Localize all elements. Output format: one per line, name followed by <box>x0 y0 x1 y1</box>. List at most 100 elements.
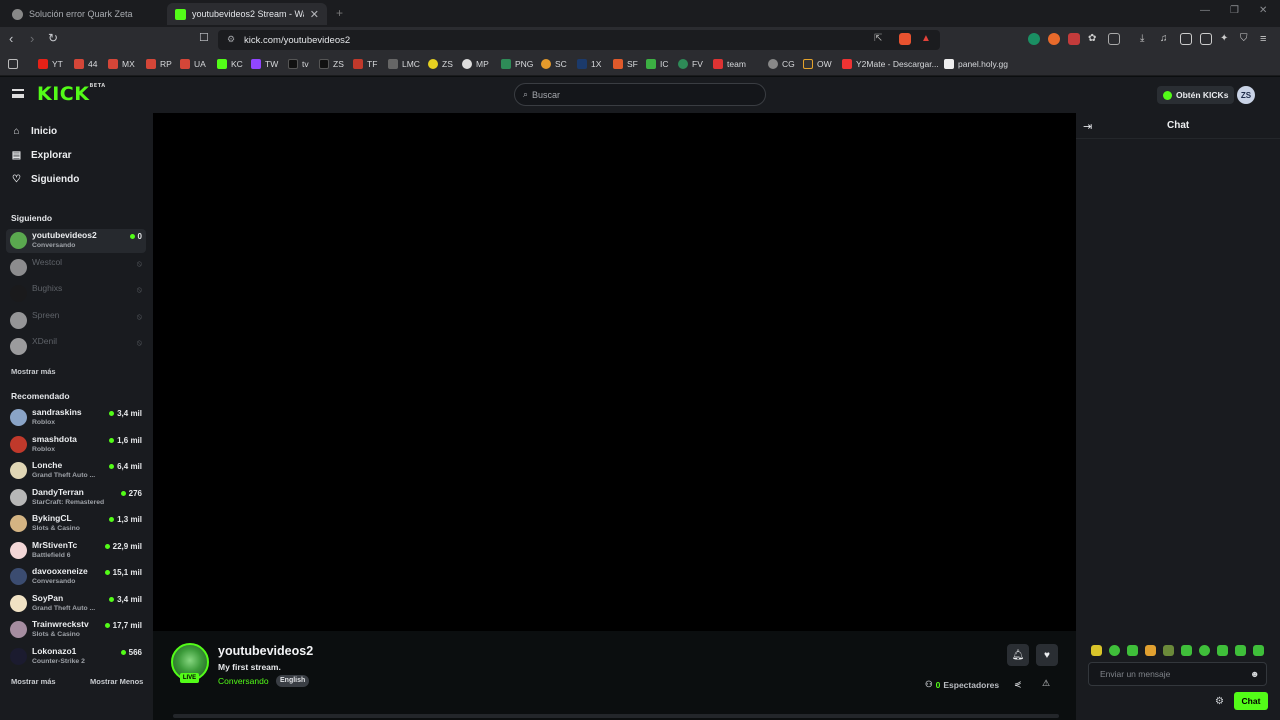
apps-icon[interactable] <box>8 57 18 71</box>
emote-icon[interactable] <box>1181 645 1192 656</box>
show-more-following-link[interactable]: Mostrar más <box>11 367 56 376</box>
channel-row[interactable]: Lonche Grand Theft Auto ... 6,4 mil <box>6 459 146 483</box>
emoji-picker-icon[interactable]: ☻ <box>1250 669 1259 679</box>
share-icon[interactable]: ⋞ <box>1014 679 1022 690</box>
bookmark-item[interactable]: CG <box>768 57 795 71</box>
emote-icon[interactable] <box>1145 645 1156 656</box>
extension-icon[interactable] <box>1068 33 1080 45</box>
bookmark-item[interactable]: tv <box>288 57 309 71</box>
emote-icon[interactable] <box>1127 645 1138 656</box>
address-bar[interactable]: ⚙ kick.com/youtubevideos2 <box>218 30 940 50</box>
share-icon[interactable]: ⇱ <box>874 33 886 45</box>
bookmark-item[interactable]: RP <box>146 57 172 71</box>
maximize-icon[interactable]: ❐ <box>1230 5 1239 16</box>
emote-icon[interactable] <box>1163 645 1174 656</box>
bookmark-item[interactable]: panel.holy.gg <box>944 57 1008 71</box>
bookmark-icon[interactable]: ☐ <box>199 31 209 44</box>
vpn-icon[interactable]: ⛉ <box>1240 33 1252 45</box>
channel-row[interactable]: BykingCL Slots & Casino 1,3 mil <box>6 512 146 536</box>
bookmark-item[interactable]: 1X <box>577 57 601 71</box>
bookmark-item[interactable]: team <box>713 57 746 71</box>
sidebar-toggle-icon[interactable] <box>1180 33 1192 45</box>
get-kicks-button[interactable]: Obtén KICKs <box>1157 86 1235 104</box>
emote-icon[interactable] <box>1217 645 1228 656</box>
site-info-icon[interactable]: ⚙ <box>227 34 235 45</box>
music-icon[interactable]: ♫ <box>1160 33 1172 45</box>
chat-message-input[interactable]: Enviar un mensaje <box>1088 662 1267 686</box>
menu-icon[interactable]: ≡ <box>1260 33 1272 45</box>
send-chat-button[interactable]: Chat <box>1234 692 1268 710</box>
streamer-name[interactable]: youtubevideos2 <box>218 644 313 658</box>
channel-row[interactable]: Trainwreckstv Slots & Casino 17,7 mil <box>6 618 146 642</box>
sidebar-item-siguiendo[interactable]: ♡ Siguiendo <box>11 174 79 185</box>
report-icon[interactable]: ⚠ <box>1042 678 1050 689</box>
rewards-icon[interactable]: ▲ <box>921 33 933 45</box>
emote-icon[interactable] <box>1235 645 1246 656</box>
bookmark-item[interactable]: UA <box>180 57 206 71</box>
channel-row[interactable]: Lokonazo1 Counter-Strike 2 566 <box>6 645 146 669</box>
close-window-icon[interactable]: ✕ <box>1259 5 1267 16</box>
back-icon[interactable]: ‹ <box>9 31 13 46</box>
extension-icon[interactable] <box>1048 33 1060 45</box>
extension-icon[interactable] <box>1028 33 1040 45</box>
bookmark-item[interactable]: TW <box>251 57 278 71</box>
extension-icon[interactable] <box>1108 33 1120 45</box>
channel-row[interactable]: sandraskins Roblox 3,4 mil <box>6 406 146 430</box>
channel-row[interactable]: Spreen ⦸ <box>6 309 146 333</box>
show-less-link[interactable]: Mostrar Menos <box>90 677 143 686</box>
close-tab-icon[interactable]: ✕ <box>310 8 319 21</box>
bookmark-item[interactable]: Y2Mate - Descargar... <box>842 57 939 71</box>
minimize-icon[interactable]: — <box>1200 5 1210 16</box>
bookmark-item[interactable]: MP <box>462 57 489 71</box>
bookmark-item[interactable]: IC <box>646 57 669 71</box>
collapse-chat-icon[interactable]: ⇥ <box>1083 120 1092 133</box>
channel-row[interactable]: davooxeneize Conversando 15,1 mil <box>6 565 146 589</box>
wallet-icon[interactable] <box>1200 33 1212 45</box>
video-player[interactable] <box>153 113 1076 631</box>
bookmark-item[interactable]: 44 <box>74 57 97 71</box>
follow-button[interactable]: ♥ <box>1036 644 1058 666</box>
bookmark-item[interactable]: OW <box>803 57 832 71</box>
language-tag[interactable]: English <box>276 675 310 687</box>
bookmark-item[interactable]: SF <box>613 57 638 71</box>
bookmark-item[interactable]: FV <box>678 57 703 71</box>
bookmark-item[interactable]: SC <box>541 57 567 71</box>
bookmark-item[interactable]: TF <box>353 57 377 71</box>
kick-logo[interactable]: KICKBETA <box>37 83 106 105</box>
bookmark-item[interactable]: YT <box>38 57 63 71</box>
hamburger-menu-icon[interactable] <box>12 89 24 98</box>
channel-row[interactable]: SoyPan Grand Theft Auto ... 3,4 mil <box>6 592 146 616</box>
sidebar-item-explorar[interactable]: ▤ Explorar <box>11 150 72 161</box>
browser-tab-2[interactable]: youtubevideos2 Stream - Watch ✕ <box>167 3 327 25</box>
channel-row[interactable]: youtubevideos2 Conversando 0 <box>6 229 146 253</box>
emote-icon[interactable] <box>1109 645 1120 656</box>
forward-icon[interactable]: › <box>30 31 34 46</box>
channel-row[interactable]: smashdota Roblox 1,6 mil <box>6 433 146 457</box>
stream-category-link[interactable]: Conversando <box>218 676 269 686</box>
emote-icon[interactable] <box>1199 645 1210 656</box>
bookmark-item[interactable]: ZS <box>428 57 453 71</box>
emote-icon[interactable] <box>1091 645 1102 656</box>
browser-tab-1[interactable]: Solución error Quark Zeta <box>4 3 166 25</box>
channel-row[interactable]: DandyTerran StarCraft: Remastered 276 <box>6 486 146 510</box>
chat-settings-gear-icon[interactable]: ⚙ <box>1215 696 1224 707</box>
horizontal-scrollbar[interactable] <box>173 714 1059 718</box>
bookmark-item[interactable]: PNG <box>501 57 533 71</box>
channel-row[interactable]: MrStivenTc Battlefield 6 22,9 mil <box>6 539 146 563</box>
search-input[interactable]: ⌕ Buscar <box>514 83 766 106</box>
channel-row[interactable]: XDenil ⦸ <box>6 335 146 359</box>
bookmark-item[interactable]: LMC <box>388 57 420 71</box>
show-more-link[interactable]: Mostrar más <box>11 677 56 686</box>
sidebar-item-inicio[interactable]: ⌂ Inicio <box>11 126 57 137</box>
bookmark-item[interactable]: ZS <box>319 57 344 71</box>
user-avatar[interactable]: ZS <box>1237 86 1255 104</box>
notification-bell-button[interactable]: 🔔︎ <box>1007 644 1029 666</box>
extensions-puzzle-icon[interactable]: ✿ <box>1088 33 1100 45</box>
brave-shields-icon[interactable] <box>899 33 911 45</box>
bookmark-item[interactable]: KC <box>217 57 243 71</box>
emote-icon[interactable] <box>1253 645 1264 656</box>
bookmark-item[interactable]: MX <box>108 57 135 71</box>
leo-icon[interactable]: ✦ <box>1220 33 1232 45</box>
new-tab-icon[interactable]: + <box>336 6 343 20</box>
download-icon[interactable]: ⤓ <box>1140 33 1152 45</box>
